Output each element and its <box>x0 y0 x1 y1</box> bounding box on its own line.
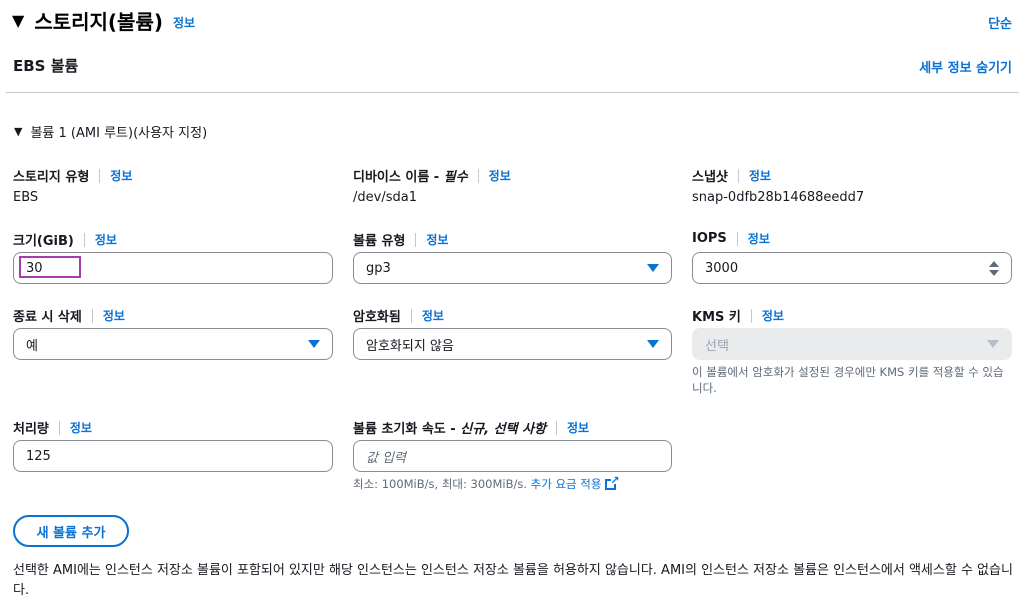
volume-heading: 볼륨 1 (AMI 루트)(사용자 지정) <box>30 126 208 141</box>
optional-text: 신규, 선택 사항 <box>460 422 546 437</box>
throughput-input[interactable]: 125 <box>13 440 333 472</box>
simple-view-link[interactable]: 단순 <box>988 13 1012 32</box>
select-value: 예 <box>26 338 38 354</box>
instance-store-notice: 선택한 AMI에는 인스턴스 저장소 볼륨이 포함되어 있지만 해당 인스턴스는… <box>13 563 1013 598</box>
info-link[interactable]: 정보 <box>426 231 448 248</box>
focus-highlight <box>19 256 81 278</box>
delete-on-termination-select[interactable]: 예 <box>13 328 333 360</box>
select-value: gp3 <box>366 260 391 276</box>
throughput-value: 125 <box>26 448 51 464</box>
snapshot-value: snap-0dfb28b14688eedd7 <box>692 190 865 205</box>
section-title: 스토리지(볼륨) <box>34 10 163 34</box>
label-text: IOPS <box>692 231 727 246</box>
chevron-down-icon <box>987 340 999 348</box>
label-text: 종료 시 삭제 <box>13 310 82 325</box>
info-link[interactable]: 정보 <box>567 419 589 436</box>
encrypted-select[interactable]: 암호화되지 않음 <box>353 328 672 360</box>
info-link[interactable]: 정보 <box>748 230 770 247</box>
info-link[interactable]: 정보 <box>762 307 784 324</box>
storage-type-value: EBS <box>13 190 39 205</box>
volume-type-select[interactable]: gp3 <box>353 252 672 284</box>
kms-key-label: KMS 키 정보 <box>692 306 784 325</box>
label-text: 볼륨 유형 <box>353 234 406 249</box>
volume-type-label: 볼륨 유형 정보 <box>353 230 448 249</box>
label-text: 스냅샷 <box>692 170 728 185</box>
stepper-icon[interactable] <box>989 260 999 276</box>
device-name-label: 디바이스 이름 - 필수 정보 <box>353 166 511 185</box>
label-text: 디바이스 이름 - <box>353 170 444 185</box>
ebs-volumes-title: EBS 볼륨 <box>13 57 79 75</box>
label-text: 암호화됨 <box>353 310 401 325</box>
kms-key-hint: 이 볼륨에서 암호화가 설정된 경우에만 KMS 키를 적용할 수 있습니다. <box>692 365 1004 395</box>
info-link[interactable]: 정보 <box>95 231 117 248</box>
divider <box>6 92 1019 93</box>
collapse-caret-icon[interactable]: ▼ <box>12 11 24 30</box>
chevron-down-icon <box>647 340 659 348</box>
throughput-label: 처리량 정보 <box>13 418 92 437</box>
add-new-volume-button[interactable]: 새 볼륨 추가 <box>13 515 129 547</box>
hide-details-link[interactable]: 세부 정보 숨기기 <box>919 57 1012 76</box>
chevron-down-icon <box>308 340 320 348</box>
info-link[interactable]: 정보 <box>110 167 132 184</box>
select-value: 암호화되지 않음 <box>366 338 454 354</box>
kms-key-select: 선택 <box>692 328 1012 360</box>
storage-type-label: 스토리지 유형 정보 <box>13 166 132 185</box>
label-text: KMS 키 <box>692 310 741 325</box>
init-rate-hint: 최소: 100MiB/s, 최대: 300MiB/s. 추가 요금 적용 <box>353 473 619 492</box>
info-link[interactable]: 정보 <box>103 307 125 324</box>
init-rate-label: 볼륨 초기화 속도 - 신규, 선택 사항 정보 <box>353 418 589 437</box>
label-text: 스토리지 유형 <box>13 170 90 185</box>
snapshot-label: 스냅샷 정보 <box>692 166 771 185</box>
required-text: 필수 <box>443 170 468 185</box>
size-input[interactable]: 30 <box>13 252 333 284</box>
select-placeholder: 선택 <box>705 338 729 354</box>
info-link[interactable]: 정보 <box>173 14 195 31</box>
hint-text: 최소: 100MiB/s, 최대: 300MiB/s. <box>353 477 531 491</box>
expand-caret-icon: ▼ <box>14 125 23 138</box>
external-link-icon[interactable] <box>605 473 619 490</box>
input-placeholder: 값 입력 <box>366 450 407 466</box>
extra-charges-link[interactable]: 추가 요금 적용 <box>531 477 602 491</box>
init-rate-input[interactable]: 값 입력 <box>353 440 672 472</box>
encrypted-label: 암호화됨 정보 <box>353 306 444 325</box>
label-text: 처리량 <box>13 422 49 437</box>
delete-on-termination-label: 종료 시 삭제 정보 <box>13 306 125 325</box>
info-link[interactable]: 정보 <box>749 167 771 184</box>
info-link[interactable]: 정보 <box>422 307 444 324</box>
iops-value: 3000 <box>705 260 739 276</box>
label-text: 크기(GiB) <box>13 234 74 249</box>
volume-1-toggle[interactable]: ▼ 볼륨 1 (AMI 루트)(사용자 지정) <box>14 122 207 141</box>
info-link[interactable]: 정보 <box>70 419 92 436</box>
size-label: 크기(GiB) 정보 <box>13 230 117 249</box>
device-name-value: /dev/sda1 <box>353 190 417 205</box>
section-header: ▼ 스토리지(볼륨) 정보 <box>12 6 195 35</box>
iops-input[interactable]: 3000 <box>692 252 1012 284</box>
label-text: 볼륨 초기화 속도 - <box>353 422 461 437</box>
iops-label: IOPS 정보 <box>692 230 770 247</box>
chevron-down-icon <box>647 264 659 272</box>
info-link[interactable]: 정보 <box>489 167 511 184</box>
